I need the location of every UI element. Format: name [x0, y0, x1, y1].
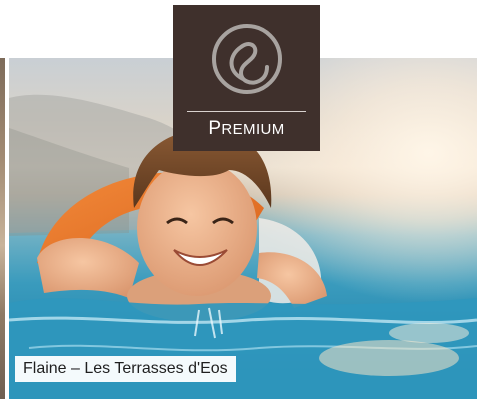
- premium-label-initial: P: [208, 118, 222, 139]
- premium-badge: PREMIUM: [173, 5, 320, 151]
- badge-divider: [187, 111, 306, 112]
- premium-ampersand-icon: [212, 24, 282, 94]
- premium-label-rest: REMIUM: [221, 121, 285, 138]
- residence-title[interactable]: Flaine – Les Terrasses d'Eos: [15, 356, 236, 382]
- premium-label: PREMIUM: [173, 118, 320, 140]
- previous-card-thumbnail[interactable]: [0, 58, 5, 399]
- carousel: Flaine – Les Terrasses d'Eos PREMIUM: [0, 0, 477, 399]
